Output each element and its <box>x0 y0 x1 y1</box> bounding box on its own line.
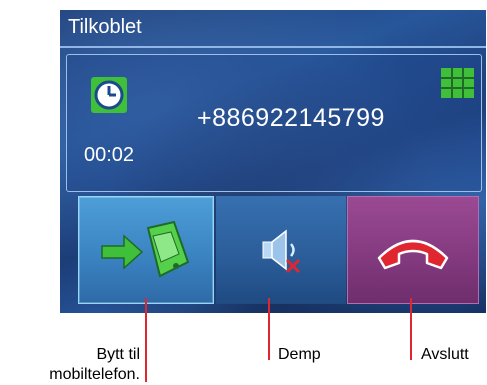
end-call-callout: Avslutt <box>421 346 469 363</box>
hang-up-icon <box>377 239 449 270</box>
speaker-muted-icon <box>262 229 301 274</box>
call-timer: 00:02 <box>84 144 135 166</box>
end-call-button[interactable] <box>347 196 479 304</box>
keypad-grid-icon[interactable] <box>441 68 474 98</box>
clock-icon <box>91 77 127 113</box>
call-status-title: Tilkoblet <box>68 16 142 38</box>
call-screen: Tilkoblet 00:02 +886922145799 <box>60 10 486 313</box>
phone-transfer-icon <box>101 220 190 278</box>
switch-to-mobile-button[interactable] <box>78 196 214 304</box>
mute-callout: Demp <box>278 346 321 363</box>
end-call-pointer-line <box>410 298 412 360</box>
mute-button[interactable] <box>216 196 346 304</box>
title-bar: Tilkoblet <box>60 10 486 48</box>
switch-pointer-line <box>145 298 147 382</box>
switch-callout-line1: Bytt til <box>96 346 140 363</box>
switch-callout-line2: mobiltelefon. <box>49 366 140 383</box>
call-info-panel: 00:02 +886922145799 <box>66 54 482 192</box>
switch-callout: Bytt til mobiltelefon. <box>4 345 140 385</box>
phone-number: +886922145799 <box>197 104 385 132</box>
mute-pointer-line <box>268 298 270 360</box>
